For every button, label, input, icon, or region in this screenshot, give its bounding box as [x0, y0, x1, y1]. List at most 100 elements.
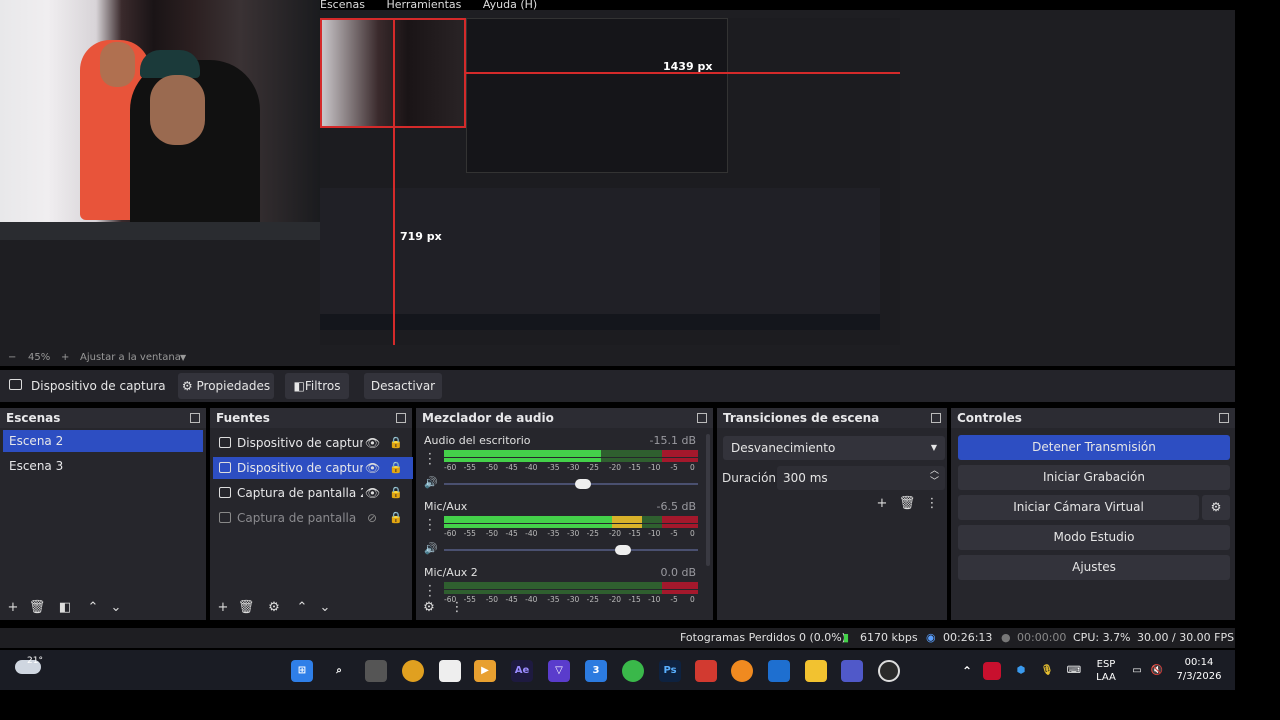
photoshop-icon[interactable]: Ps: [659, 660, 681, 682]
undock-icon[interactable]: [697, 413, 707, 423]
volume-slider[interactable]: [444, 479, 698, 489]
teams-icon[interactable]: [841, 660, 863, 682]
level-meter: [444, 590, 698, 594]
virtual-camera-settings-button[interactable]: ⚙: [1202, 495, 1230, 520]
tick-label: -35: [547, 529, 560, 538]
source-item[interactable]: Captura de pantalla ⊘ 🔒: [213, 507, 413, 529]
keyboard-icon[interactable]: ⌨: [1063, 660, 1085, 682]
scenes-toolbar: + 🗑 ◧ ⌃ ⌄: [0, 596, 206, 620]
source-item[interactable]: Dispositivo de captura de 👁 🔒: [213, 457, 413, 479]
scene-item[interactable]: Escena 2: [3, 430, 203, 452]
speaker-muted-icon[interactable]: 🔇: [1146, 660, 1168, 682]
media-player-icon[interactable]: ▶: [474, 660, 496, 682]
undock-icon[interactable]: [190, 413, 200, 423]
audio-mixer-dock: Mezclador de audio Audio del escritorio …: [416, 408, 713, 620]
task-view-icon[interactable]: [365, 660, 387, 682]
mixer-scrollbar[interactable]: [706, 434, 710, 566]
volume-slider[interactable]: [444, 545, 698, 555]
fl-studio-icon[interactable]: [731, 660, 753, 682]
speaker-icon[interactable]: 🔊: [424, 542, 438, 556]
arrow-down-icon[interactable]: ⌄: [316, 599, 334, 617]
filters-button[interactable]: ◧Filtros: [285, 373, 349, 399]
signal-icon: ▮: [843, 631, 850, 644]
start-recording-button[interactable]: Iniciar Grabación: [958, 465, 1230, 490]
menu-herramientas[interactable]: Herramientas: [386, 0, 461, 10]
utorrent-icon[interactable]: [622, 660, 644, 682]
menu-dots-icon[interactable]: ⋮: [448, 599, 466, 617]
trash-icon[interactable]: 🗑: [898, 495, 916, 513]
level-meter: [444, 516, 698, 523]
chevron-down-icon[interactable]: ▼: [180, 350, 186, 366]
tick-label: -60: [444, 529, 457, 538]
zoom-out-button[interactable]: −: [8, 350, 16, 366]
undock-icon[interactable]: [396, 413, 406, 423]
transition-select[interactable]: Desvanecimiento ▼: [723, 436, 945, 460]
menu-dots-icon[interactable]: · · ·: [428, 448, 432, 470]
chrome-icon[interactable]: [402, 660, 424, 682]
undock-icon[interactable]: [931, 413, 941, 423]
network-icon[interactable]: ▭: [1126, 660, 1148, 682]
menu-escenas[interactable]: Escenas: [320, 0, 365, 10]
trash-icon[interactable]: 🗑: [28, 599, 46, 617]
arrow-up-icon[interactable]: ⌃: [84, 599, 102, 617]
input-language[interactable]: ESP LAA: [1094, 658, 1118, 684]
duration-input[interactable]: 300 ms ︿ ﹀: [777, 466, 945, 490]
obs-icon[interactable]: [878, 660, 900, 682]
webcam-source-image[interactable]: [0, 0, 320, 240]
eye-icon[interactable]: 👁: [365, 432, 380, 454]
add-icon[interactable]: +: [873, 495, 891, 513]
volume-slider-handle[interactable]: [615, 545, 632, 555]
arrow-up-icon[interactable]: ⌃: [293, 599, 311, 617]
lock-icon[interactable]: 🔒: [389, 432, 403, 454]
gear-icon[interactable]: ⚙: [265, 599, 283, 617]
add-icon[interactable]: +: [214, 599, 232, 617]
proton-vpn-icon[interactable]: ▽: [548, 660, 570, 682]
zoom-in-button[interactable]: +: [61, 350, 69, 366]
properties-button[interactable]: ⚙ Propiedades: [178, 373, 274, 399]
menu-dots-icon[interactable]: · · ·: [428, 514, 432, 536]
volume-slider-handle[interactable]: [574, 479, 591, 489]
microphone-icon[interactable]: 🎙: [1036, 660, 1058, 682]
stop-stream-button[interactable]: Detener Transmisión: [958, 435, 1230, 460]
tick-label: -20: [608, 529, 622, 538]
add-icon[interactable]: +: [4, 599, 22, 617]
undock-icon[interactable]: [1219, 413, 1229, 423]
arrow-down-icon[interactable]: ⌄: [107, 599, 125, 617]
speaker-icon[interactable]: 🔊: [424, 476, 438, 490]
deactivate-button[interactable]: Desactivar: [364, 373, 442, 399]
app-3-icon[interactable]: 3: [585, 660, 607, 682]
start-virtual-camera-button[interactable]: Iniciar Cámara Virtual: [958, 495, 1199, 520]
file-explorer-icon[interactable]: [805, 660, 827, 682]
outlook-icon[interactable]: [768, 660, 790, 682]
eye-icon[interactable]: 👁: [365, 482, 380, 504]
calendar-icon[interactable]: [695, 660, 717, 682]
filter-icon[interactable]: ◧: [56, 599, 74, 617]
source-context-bar: Dispositivo de captura de v ⚙ Propiedade…: [0, 370, 1235, 402]
store-icon[interactable]: [439, 660, 461, 682]
chevron-up-icon[interactable]: ⌃: [956, 660, 978, 682]
lock-icon[interactable]: 🔒: [389, 482, 403, 504]
scenes-title: Escenas: [0, 408, 206, 428]
screen-capture-source-image[interactable]: [320, 18, 900, 345]
source-item[interactable]: Dispositivo de captura de 👁 🔒: [213, 432, 413, 454]
after-effects-icon[interactable]: Ae: [511, 660, 533, 682]
scene-item[interactable]: Escena 3: [3, 455, 203, 477]
advanced-audio-icon[interactable]: ⚙: [420, 599, 438, 617]
eye-hidden-icon[interactable]: ⊘: [365, 507, 379, 529]
zoom-fit-select[interactable]: Ajustar a la ventana: [80, 350, 181, 366]
source-item[interactable]: Captura de pantalla 2 👁 🔒: [213, 482, 413, 504]
lock-icon[interactable]: 🔒: [389, 457, 403, 479]
shield-icon[interactable]: ⬢: [1010, 660, 1032, 682]
trash-icon[interactable]: 🗑: [237, 599, 255, 617]
tray-app-icon[interactable]: [983, 662, 1001, 680]
stepper-icon[interactable]: ︿ ﹀: [930, 466, 939, 488]
eye-icon[interactable]: 👁: [365, 457, 380, 479]
lock-icon[interactable]: 🔒: [389, 507, 403, 529]
system-clock[interactable]: 00:14 7/3/2026: [1174, 656, 1224, 684]
menu-dots-icon[interactable]: ⋮: [923, 495, 941, 513]
settings-button[interactable]: Ajustes: [958, 555, 1230, 580]
search-icon[interactable]: ⌕: [328, 660, 350, 682]
studio-mode-button[interactable]: Modo Estudio: [958, 525, 1230, 550]
menu-ayuda[interactable]: Ayuda (H): [483, 0, 537, 10]
windows-start-icon[interactable]: ⊞: [291, 660, 313, 682]
